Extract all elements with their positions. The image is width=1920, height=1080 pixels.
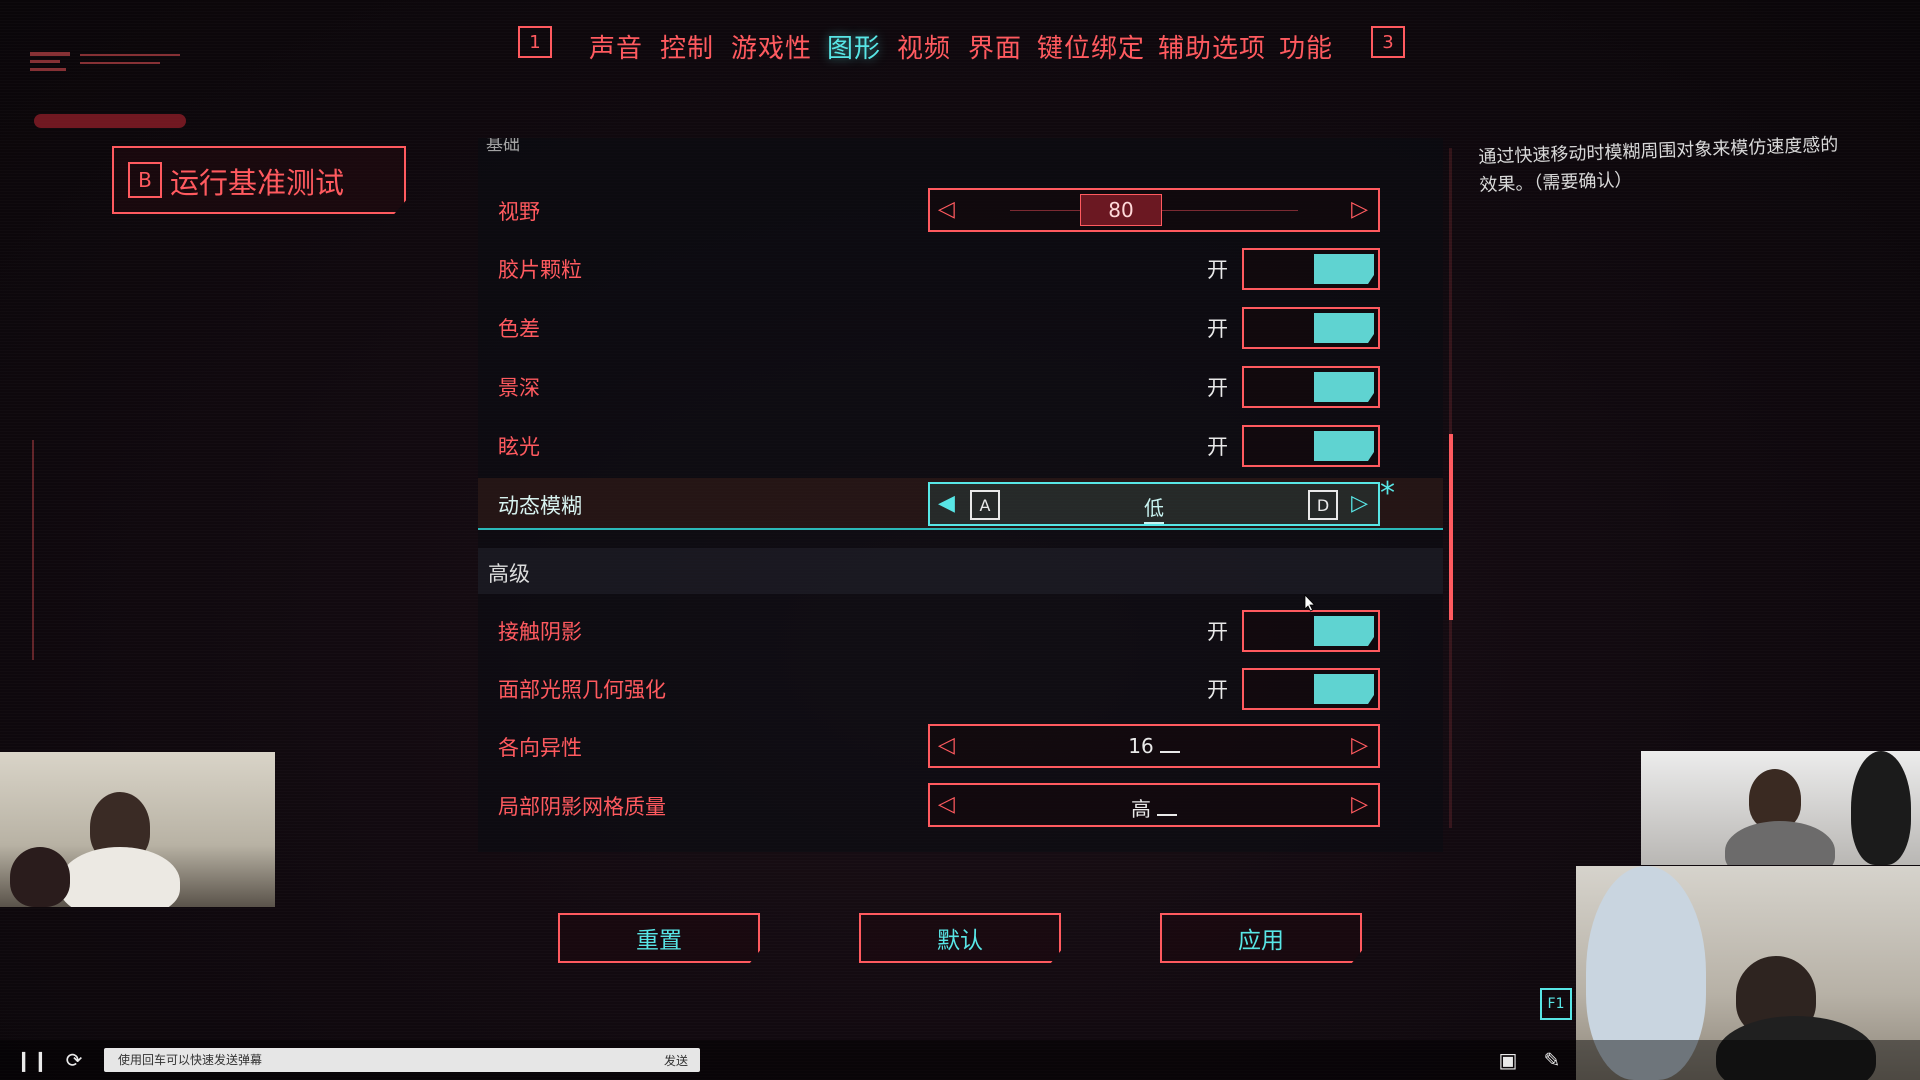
tab-controls[interactable]: 控制: [660, 28, 714, 65]
setting-row-facial-lighting[interactable]: 面部光照几何强化 开: [478, 662, 1443, 712]
mouse-cursor-icon: [1304, 594, 1316, 612]
setting-row-chromatic-aberration[interactable]: 色差 开: [478, 301, 1443, 351]
contact-shadows-toggle[interactable]: [1242, 610, 1380, 652]
toggle-state-text: 开: [1207, 678, 1228, 702]
tab-features[interactable]: 功能: [1279, 28, 1333, 65]
setting-row-contact-shadows[interactable]: 接触阴影 开: [478, 604, 1443, 654]
selector-value: 16: [930, 734, 1378, 758]
motion-blur-value: 低: [1144, 496, 1164, 524]
setting-description: 通过快速移动时模糊周围对象来模仿速度感的效果。（需要确认）: [1478, 134, 1839, 196]
anisotropy-selector[interactable]: ◁ 16 ▷: [928, 724, 1380, 768]
section-advanced-header: 高级: [478, 548, 1443, 594]
chromatic-aberration-toggle[interactable]: [1242, 307, 1380, 349]
cursor-underline: [1157, 798, 1177, 816]
toggle-state-text: 开: [1207, 376, 1228, 400]
top-tab-bar: 1 声音 控制 游戏性 图形 视频 界面 键位绑定 辅助选项 功能 3: [0, 22, 1920, 82]
streamer-body: [1725, 821, 1835, 865]
section-basic-header-cut: 基础: [486, 138, 520, 155]
local-shadow-mesh-value: 高: [1131, 797, 1151, 821]
next-tab-key[interactable]: 3: [1371, 26, 1405, 58]
toggle-fill: [1314, 313, 1374, 343]
tab-sound[interactable]: 声音: [589, 28, 643, 65]
refresh-icon[interactable]: ⟳: [62, 1048, 86, 1072]
setting-row-lens-flare[interactable]: 眩光 开: [478, 419, 1443, 469]
toggle-fill: [1314, 254, 1374, 284]
gaming-chair: [10, 847, 70, 907]
streamer-head: [1749, 769, 1801, 829]
facial-lighting-toggle[interactable]: [1242, 668, 1380, 710]
webcam-feed-left: [0, 752, 275, 907]
slider-knob[interactable]: 80: [1080, 194, 1162, 226]
settings-scrollbar-thumb[interactable]: [1449, 434, 1453, 620]
tab-interface[interactable]: 界面: [968, 28, 1022, 65]
tab-gameplay[interactable]: 游戏性: [731, 28, 812, 65]
streamer-body: [60, 847, 180, 907]
fov-slider[interactable]: ◁ 80 ▷: [928, 188, 1380, 232]
toggle-fill: [1314, 616, 1374, 646]
lens-flare-toggle[interactable]: [1242, 425, 1380, 467]
toggle-state-text: 开: [1207, 620, 1228, 644]
setting-row-fov[interactable]: 视野 ◁ 80 ▷: [478, 184, 1443, 234]
setting-row-depth-of-field[interactable]: 景深 开: [478, 360, 1443, 410]
film-grain-toggle[interactable]: [1242, 248, 1380, 290]
benchmark-label: 运行基准测试: [170, 166, 345, 200]
apply-button[interactable]: 应用: [1160, 913, 1362, 963]
help-key-hint[interactable]: F1: [1540, 988, 1572, 1020]
setting-label: 色差: [498, 317, 540, 341]
prev-tab-key[interactable]: 1: [518, 26, 552, 58]
danmaku-input[interactable]: 使用回车可以快速发送弹幕 发送: [104, 1048, 700, 1072]
pause-icon[interactable]: ❙❙: [15, 1048, 49, 1072]
arrow-right-icon[interactable]: ▷: [1351, 197, 1368, 222]
modified-asterisk-icon: *: [1380, 476, 1395, 511]
setting-row-motion-blur[interactable]: 动态模糊 ◀ A 低 D ▷ *: [478, 476, 1443, 530]
setting-label: 眩光: [498, 435, 540, 459]
setting-label: 动态模糊: [498, 494, 582, 518]
tab-keybindings[interactable]: 键位绑定: [1037, 28, 1145, 65]
setting-label: 各向异性: [498, 736, 582, 760]
motion-blur-selector[interactable]: ◀ A 低 D ▷: [928, 482, 1380, 526]
selector-value: 高: [930, 793, 1378, 822]
arrow-right-icon[interactable]: ▷: [1351, 733, 1368, 758]
toggle-state-text: 开: [1207, 317, 1228, 341]
default-button[interactable]: 默认: [859, 913, 1061, 963]
toggle-state-text: 开: [1207, 435, 1228, 459]
toggle-fill: [1314, 674, 1374, 704]
arrow-right-icon[interactable]: ▷: [1351, 491, 1368, 516]
hud-pill-decoration: [34, 114, 186, 128]
tab-accessibility[interactable]: 辅助选项: [1158, 28, 1266, 65]
setting-label: 视野: [498, 200, 540, 224]
setting-label: 胶片颗粒: [498, 258, 582, 282]
section-title: 高级: [488, 562, 530, 586]
arrow-left-icon[interactable]: ◁: [938, 197, 955, 222]
tab-graphics[interactable]: 图形: [827, 28, 881, 65]
reset-button[interactable]: 重置: [558, 913, 760, 963]
depth-of-field-toggle[interactable]: [1242, 366, 1380, 408]
setting-label: 景深: [498, 376, 540, 400]
toggle-state-text: 开: [1207, 258, 1228, 282]
toggle-fill: [1314, 431, 1374, 461]
setting-label: 接触阴影: [498, 620, 582, 644]
local-shadow-mesh-selector[interactable]: ◁ 高 ▷: [928, 783, 1380, 827]
key-hint-d: D: [1308, 490, 1338, 520]
benchmark-key-hint: B: [128, 162, 162, 198]
graphics-settings-panel: 基础 视野 ◁ 80 ▷ 胶片颗粒 开 色差 开 景深 开 眩光 开 动态模糊: [478, 138, 1443, 852]
cursor-underline: [1159, 735, 1180, 753]
tab-video[interactable]: 视频: [897, 28, 951, 65]
send-button[interactable]: 发送: [664, 1052, 688, 1069]
setting-label: 局部阴影网格质量: [498, 795, 666, 819]
arrow-right-icon[interactable]: ▷: [1351, 792, 1368, 817]
run-benchmark-button[interactable]: B 运行基准测试: [112, 146, 406, 214]
hud-vertical-decoration: [32, 440, 34, 660]
webcam-feed-right-top: [1641, 751, 1920, 865]
setting-label: 面部光照几何强化: [498, 678, 666, 702]
screenshot-icon[interactable]: ▣: [1496, 1048, 1520, 1072]
toggle-fill: [1314, 372, 1374, 402]
setting-row-local-shadow-mesh[interactable]: 局部阴影网格质量 ◁ 高 ▷: [478, 779, 1443, 829]
edit-icon[interactable]: ✎: [1540, 1048, 1564, 1072]
setting-row-film-grain[interactable]: 胶片颗粒 开: [478, 242, 1443, 292]
setting-row-anisotropy[interactable]: 各向异性 ◁ 16 ▷: [478, 720, 1443, 770]
danmaku-placeholder: 使用回车可以快速发送弹幕: [118, 1053, 263, 1067]
anisotropy-value: 16: [1128, 734, 1154, 758]
doorway: [1851, 751, 1911, 865]
